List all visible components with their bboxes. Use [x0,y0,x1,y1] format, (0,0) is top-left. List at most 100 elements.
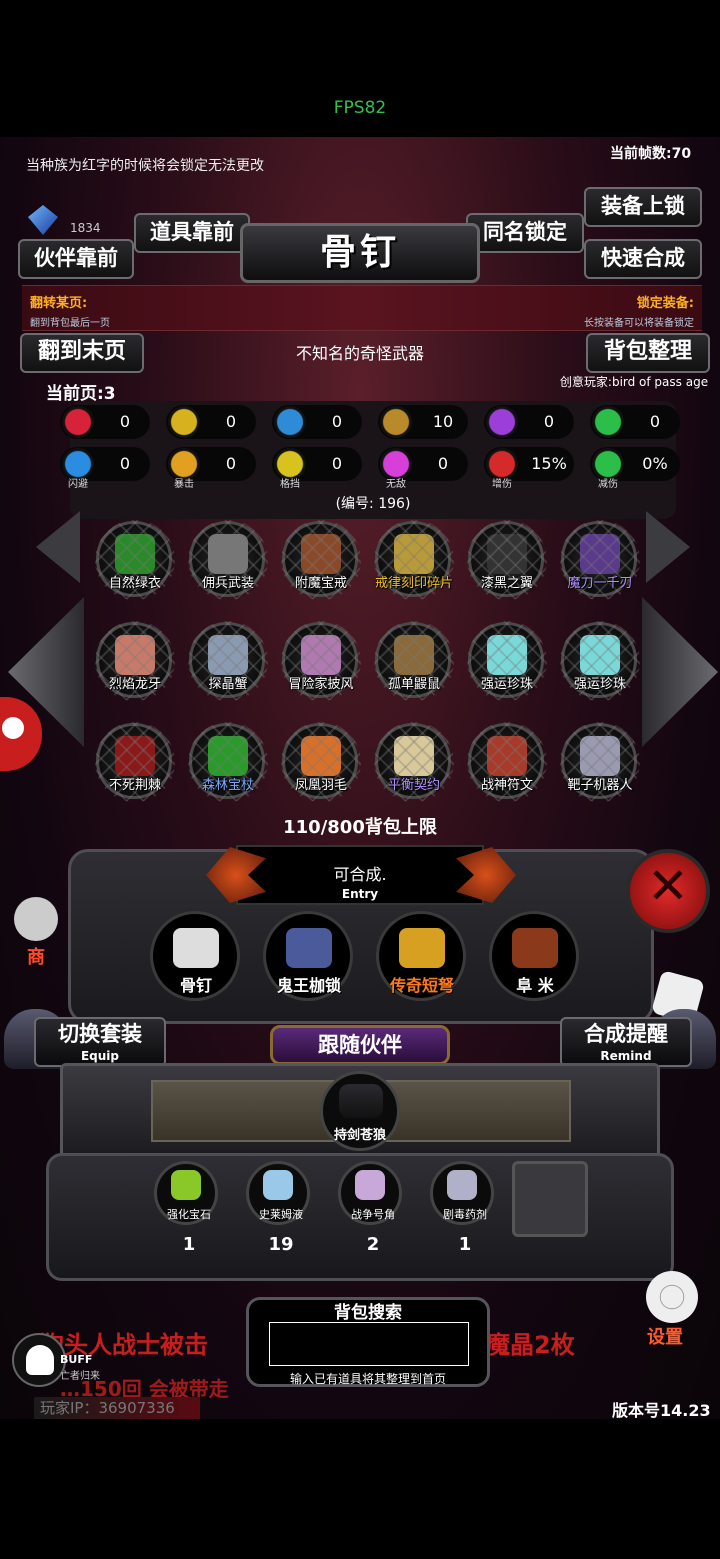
buff-label: BUFF [60,1353,93,1366]
item-name: 冒险家披风 [288,677,354,692]
stat-value: 10 [432,412,454,431]
player-ip: 玩家IP：36907336 [40,1399,175,1417]
equip-art-icon [399,928,445,968]
search-input[interactable] [269,1322,469,1366]
consumable-slot[interactable]: 史莱姆液 19 [246,1161,310,1255]
equipped-slot[interactable]: 鬼王枷锁 [263,911,353,1001]
inventory-item[interactable]: 凤凰羽毛 [281,722,361,802]
shop-icon [14,897,58,941]
stat-value: 0 [437,454,449,473]
stat-8: 0 格挡 [272,447,362,490]
inventory-item[interactable]: 森林宝杖 [188,722,268,802]
item-name: 戒律刻印碎片 [374,576,453,591]
user-icon [2,717,24,739]
bag-capacity: 110/800背包上限 [283,817,437,838]
consumable-count: 2 [366,1234,380,1255]
switch-set-button[interactable]: 切换套装 Equip [34,1017,166,1067]
stat-9: 0 无敌 [378,447,468,490]
inventory-grid: 自然绿衣 佣兵武装 附魔宝戒 戒律刻印碎片 漆黑之翼 魔刀一千刃烈焰龙牙 探晶蟹 冒险家披风 孤… [95,520,642,821]
inventory-item[interactable]: 魔刀一千刃 [560,520,640,600]
inventory-item[interactable]: 强运珍珠 [560,621,640,701]
consumable-name: 战争号角 [351,1208,395,1221]
buff-skull-icon[interactable] [12,1333,66,1387]
close-button[interactable]: ✕ [626,849,710,933]
inventory-item[interactable]: 孤单鼹鼠 [374,621,454,701]
consumable-icon [447,1170,477,1200]
stat-value: 0 [225,412,237,431]
consumable-slot[interactable]: 剧毒药剂 1 [430,1161,494,1255]
consumable-slot[interactable]: 强化宝石 1 [154,1161,218,1255]
stat-value: 0 [119,454,131,473]
skull-icon [26,1345,54,1375]
partner-front-button[interactable]: 伙伴靠前 [18,239,134,279]
item-description: 不知名的奇怪武器 [295,344,424,363]
inventory-item[interactable]: 漆黑之翼 [467,520,547,600]
side-avatar-button[interactable] [0,697,42,771]
stat-value: 0% [642,454,668,473]
consumable-name: 史莱姆液 [259,1208,303,1221]
lock-desc: 长按装备可以将装备锁定 [584,318,694,329]
equipped-slot[interactable]: 阜 米 [489,911,579,1001]
inventory-item[interactable]: 探晶蟹 [188,621,268,701]
gear-icon[interactable] [646,1271,698,1323]
empty-consumable-slot[interactable] [512,1161,588,1237]
consumable-slot[interactable]: 战争号角 2 [338,1161,402,1255]
equip-name: 鬼王枷锁 [276,976,341,995]
inventory-item[interactable]: 烈焰龙牙 [95,621,175,701]
stat-value: 0 [649,412,661,431]
next-row-arrow[interactable] [646,511,690,583]
stat-label: 闪避 [68,479,88,490]
gem-count: 1834 [70,221,101,235]
next-page-arrow[interactable] [642,597,718,747]
bag-sort-button[interactable]: 背包整理 [586,333,710,373]
item-front-button[interactable]: 道具靠前 [134,213,250,253]
stat-0: 0 [60,405,150,439]
inventory-item[interactable]: 自然绿衣 [95,520,175,600]
inventory-item[interactable]: 佣兵武装 [188,520,268,600]
search-hint: 输入已有道具将其整理到首页 [289,1372,446,1386]
equip-lock-button[interactable]: 装备上锁 [584,187,702,227]
search-panel: 背包搜索 输入已有道具将其整理到首页 [246,1297,490,1387]
equipped-row: 骨钉 鬼王枷锁 传奇短弩 阜 米 [150,911,590,1011]
consumable-icon [355,1170,385,1200]
partner-slot[interactable]: 持剑苍狼 [320,1071,400,1151]
name-lock-button[interactable]: 同名锁定 [466,213,584,253]
gem-icon [28,205,58,235]
inventory-item[interactable]: 附魔宝戒 [281,520,361,600]
equipped-slot[interactable]: 传奇短弩 [376,911,466,1001]
item-name: 强运珍珠 [573,677,626,692]
synth-remind-button[interactable]: 合成提醒 Remind [560,1017,692,1067]
item-name: 漆黑之翼 [480,576,533,591]
sword-up-icon [380,406,412,438]
item-title: 骨钉 [319,232,400,273]
synth-remind-sub: Remind [600,1049,652,1063]
stat-value: 0 [225,454,237,473]
jump-last-page-button[interactable]: 翻到末页 [20,333,144,373]
stat-value: 0 [331,412,343,431]
settings-label[interactable]: 设置 [640,1323,690,1349]
consumable-icon [263,1170,293,1200]
inventory-item[interactable]: 戒律刻印碎片 [374,520,454,600]
inventory-item[interactable]: 平衡契约 [374,722,454,802]
synth-remind-label: 合成提醒 [584,1022,668,1046]
inventory-item[interactable]: 靶子机器人 [560,722,640,802]
stat-value: 0 [331,454,343,473]
partner-name: 持剑苍狼 [333,1128,386,1143]
info-bar: 翻转某页: 翻到背包最后一页 锁定装备: 长按装备可以将装备锁定 [22,285,702,331]
inventory-item[interactable]: 冒险家披风 [281,621,361,701]
frame-rate: 当前帧数:70 [610,146,692,162]
stat-value: 15% [531,454,567,473]
equipped-slot[interactable]: 骨钉 [150,911,240,1001]
equip-name: 阜 米 [516,976,554,995]
inventory-item[interactable]: 不死荆棘 [95,722,175,802]
prev-row-arrow[interactable] [36,511,80,583]
quick-synth-button[interactable]: 快速合成 [584,239,702,279]
follow-partner-button[interactable]: 跟随伙伴 [270,1025,450,1065]
switch-set-label: 切换套装 [58,1022,142,1046]
inventory-item[interactable]: 强运珍珠 [467,621,547,701]
inventory-item[interactable]: 战神符文 [467,722,547,802]
item-name: 探晶蟹 [208,677,248,692]
stat-label: 无敌 [386,479,406,490]
shop-button[interactable]: 商 [14,897,58,977]
item-name: 佣兵武装 [201,576,254,591]
